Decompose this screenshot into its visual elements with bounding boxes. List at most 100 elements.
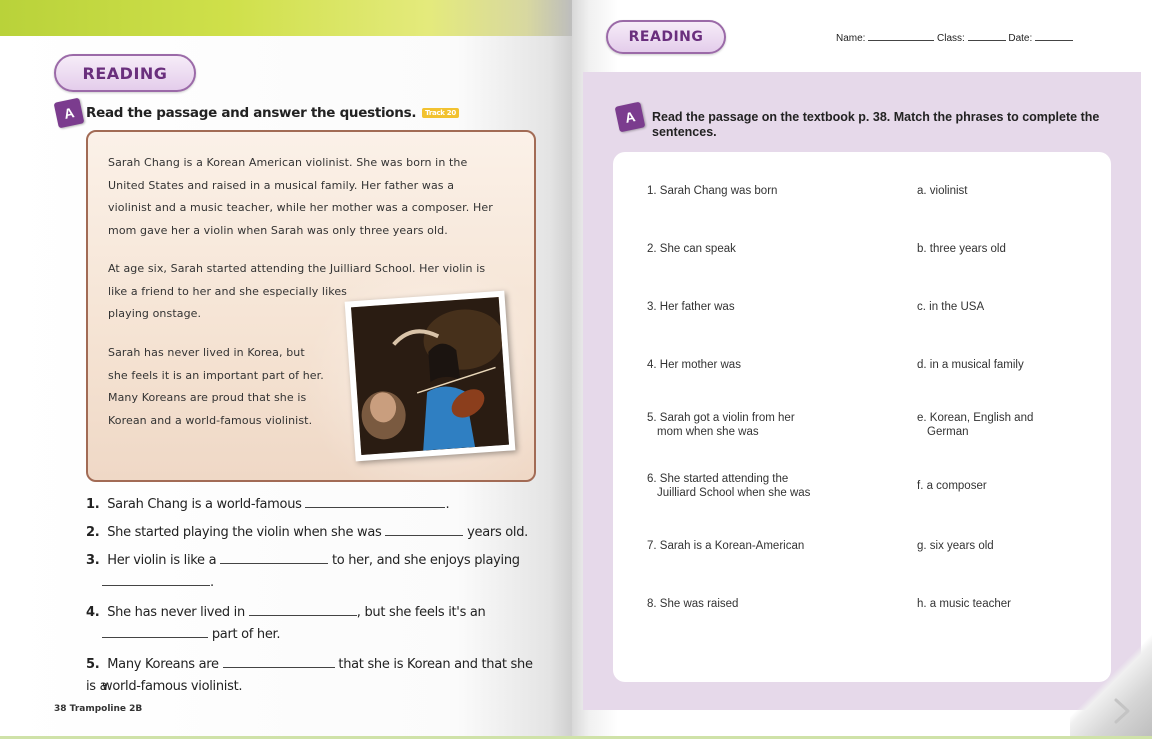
passage-paragraph-3: Sarah has never lived in Korea, but she … [108,342,348,432]
passage-line: United States and raised in a musical fa… [108,178,455,192]
match-left-7[interactable]: 7. Sarah is a Korean-American [647,539,804,553]
match-right-b[interactable]: b. three years old [917,242,1006,256]
answer-blank[interactable] [305,495,446,508]
date-label: Date: [1008,33,1033,44]
question-text: years old. [467,525,528,540]
reading-label-text: READING [628,29,704,45]
match-right-e[interactable]: e. Korean, English and German [917,411,1033,439]
question-3-continued: . [102,572,214,594]
chevron-right-icon[interactable] [1106,696,1136,726]
phrase-text-continued: Juilliard School when she was [657,487,811,499]
phrase-text: 3. Her father was [647,301,735,313]
header-band [0,0,572,36]
answer-blank[interactable] [102,573,210,586]
passage-line: Korean and a world-famous violinist. [108,413,313,427]
student-info-line: Name: Class: Date: [836,31,1074,44]
question-number: 4. [86,605,100,620]
question-1: 1. Sarah Chang is a world-famous . [86,494,450,516]
book-title: Trampoline 2B [69,704,143,714]
match-left-6[interactable]: 6. She started attending the Juilliard Sc… [647,472,810,500]
passage-line: she feels it is an important part of her… [108,368,324,382]
match-left-3[interactable]: 3. Her father was [647,300,735,314]
instruction-text: Read the passage and answer the question… [86,105,417,121]
question-number: 5. [86,657,100,672]
violinist-illustration [351,297,509,455]
section-a-badge: A [614,101,646,133]
question-text: She has never lived in [107,605,245,620]
phrase-text: e. Korean, English and [917,412,1034,424]
question-text: Sarah Chang is a world-famous [107,497,302,512]
photo-image [351,297,509,455]
answer-blank[interactable] [385,523,464,536]
section-letter: A [62,104,76,122]
question-number: 1. [86,497,100,512]
passage-paragraph-1: Sarah Chang is a Korean American violini… [108,152,528,242]
match-right-f[interactable]: f. a composer [917,479,987,493]
passage-line: mom gave her a violin when Sarah was onl… [108,223,448,237]
phrase-text: f. a composer [917,480,987,492]
page-number: 38 [54,704,67,714]
match-right-c[interactable]: c. in the USA [917,300,984,314]
question-2: 2. She started playing the violin when s… [86,522,528,544]
name-field[interactable] [868,31,935,41]
phrase-text: 5. Sarah got a violin from her [647,412,795,424]
passage-line: At age six, Sarah started attending the … [108,262,486,275]
question-text: She started playing the violin when she … [107,525,382,540]
answer-blank[interactable] [220,551,329,564]
match-right-d[interactable]: d. in a musical family [917,358,1024,372]
phrase-text: d. in a musical family [917,359,1024,371]
phrase-text-continued: mom when she was [657,426,759,438]
match-right-g[interactable]: g. six years old [917,539,994,553]
right-instruction: Read the passage on the textbook p. 38. … [652,110,1100,139]
phrase-text: 4. Her mother was [647,359,741,371]
phrase-text: 6. She started attending the [647,473,789,485]
section-a-badge: A [53,97,85,129]
reading-label-text: READING [82,63,168,83]
match-left-4[interactable]: 4. Her mother was [647,358,741,372]
question-text: Many Koreans are [107,657,219,672]
answer-blank[interactable] [222,655,335,668]
phrase-text: a. violinist [917,185,968,197]
left-instruction: Read the passage and answer the question… [86,105,459,121]
class-label: Class: [937,33,965,44]
question-5-continued: world-famous violinist. [102,676,243,698]
phrase-text: 2. She can speak [647,243,736,255]
section-letter: A [623,108,637,126]
match-right-a[interactable]: a. violinist [917,184,968,198]
page-footer: 38 Trampoline 2B [54,704,142,714]
question-text: Her violin is like a [107,553,217,568]
match-left-8[interactable]: 8. She was raised [647,597,738,611]
question-4: 4. She has never lived in , but she feel… [86,602,486,624]
phrase-text: h. a music teacher [917,598,1011,610]
question-text: world-famous violinist. [102,679,243,694]
class-field[interactable] [967,31,1006,41]
phrase-text: b. three years old [917,243,1006,255]
phrase-text: 1. Sarah Chang was born [647,185,778,197]
question-number: 3. [86,553,100,568]
phrase-text: 8. She was raised [647,598,739,610]
passage-line: Sarah has never lived in Korea, but [108,346,305,359]
match-left-5[interactable]: 5. Sarah got a violin from her mom when s… [647,411,795,439]
audio-track-button[interactable]: Track 20 [422,108,459,118]
match-left-1[interactable]: 1. Sarah Chang was born [647,184,777,198]
violinist-photo [344,290,516,462]
date-field[interactable] [1035,31,1074,41]
question-number: 2. [86,525,100,540]
phrase-text-continued: German [927,426,969,438]
match-left-2[interactable]: 2. She can speak [647,242,736,256]
question-3: 3. Her violin is like a to her, and she … [86,550,520,572]
question-text: to her, and she enjoys playing [331,553,520,568]
match-right-h[interactable]: h. a music teacher [917,597,1011,611]
next-page-glyph [1114,698,1130,724]
question-text: part of her. [211,627,281,642]
phrase-text: g. six years old [917,540,994,552]
phrase-text: c. in the USA [917,301,985,313]
passage-line: violinist and a music teacher, while her… [108,201,493,214]
question-text: . [210,575,214,590]
answer-blank[interactable] [102,625,208,638]
answer-blank[interactable] [248,603,357,616]
name-label: Name: [836,33,866,44]
phrase-text: 7. Sarah is a Korean-American [647,540,805,552]
question-text: , but she feels it's an [356,605,486,620]
passage-line: Many Koreans are proud that she is [108,391,307,404]
